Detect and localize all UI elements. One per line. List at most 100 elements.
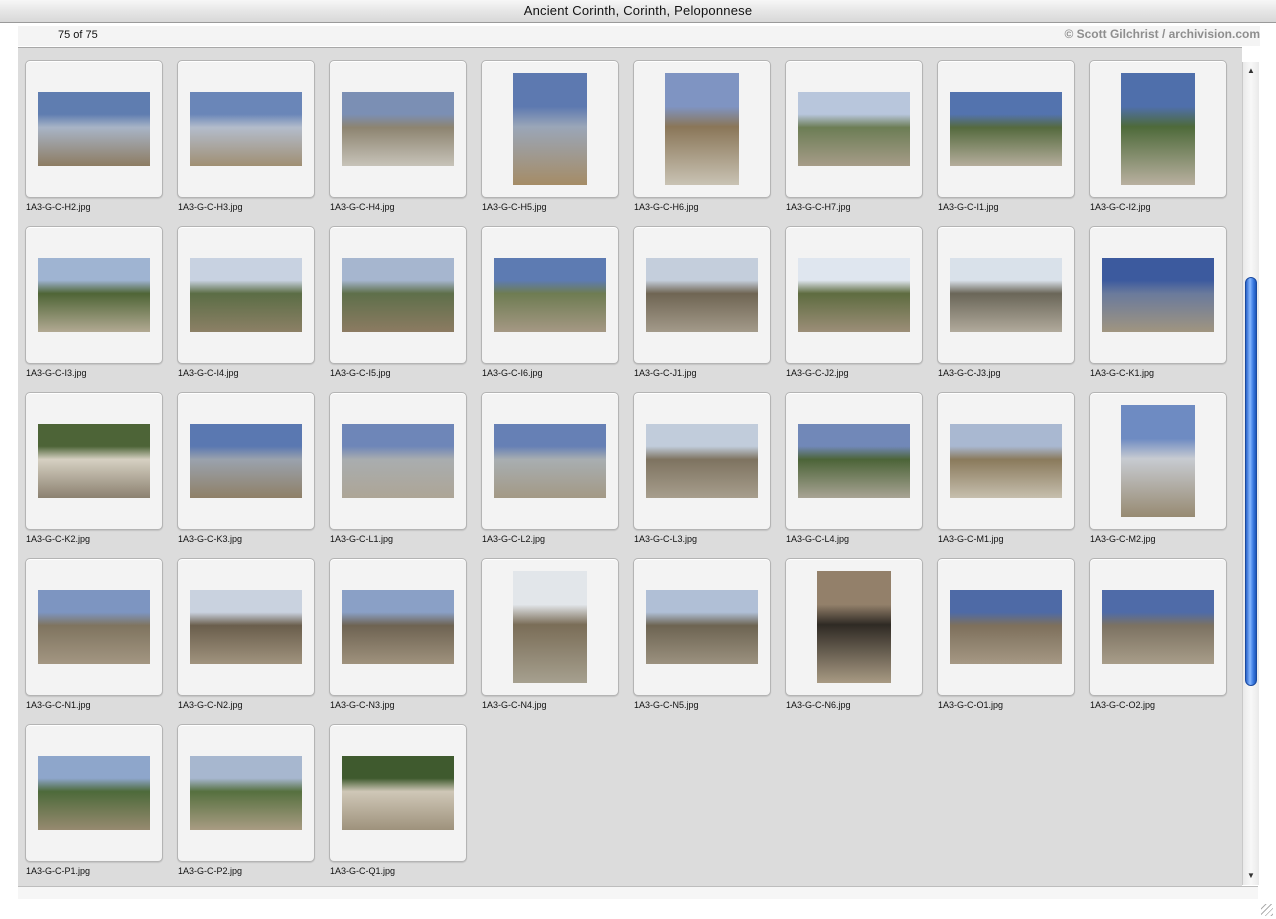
thumbnail-image[interactable] — [190, 92, 302, 166]
thumbnail-image[interactable] — [513, 73, 587, 185]
thumbnail-image[interactable] — [950, 590, 1062, 664]
slide-mount[interactable] — [937, 226, 1075, 364]
slide-mount[interactable] — [481, 558, 619, 696]
thumbnail-item[interactable]: 1A3-G-C-N6.jpg — [784, 558, 924, 724]
thumbnail-item[interactable]: 1A3-G-C-I3.jpg — [24, 226, 164, 392]
slide-mount[interactable] — [937, 558, 1075, 696]
slide-mount[interactable] — [177, 392, 315, 530]
thumbnail-item[interactable]: 1A3-G-C-H7.jpg — [784, 60, 924, 226]
slide-mount[interactable] — [1089, 226, 1227, 364]
vertical-scrollbar[interactable]: ▲ ▼ — [1242, 62, 1259, 885]
thumbnail-image[interactable] — [38, 92, 150, 166]
thumbnail-item[interactable]: 1A3-G-C-I1.jpg — [936, 60, 1076, 226]
slide-mount[interactable] — [633, 60, 771, 198]
slide-mount[interactable] — [785, 392, 923, 530]
thumbnail-item[interactable]: 1A3-G-C-H6.jpg — [632, 60, 772, 226]
thumbnail-image[interactable] — [38, 258, 150, 332]
thumbnail-item[interactable]: 1A3-G-C-P2.jpg — [176, 724, 316, 886]
thumbnail-image[interactable] — [646, 590, 758, 664]
thumbnail-item[interactable]: 1A3-G-C-L4.jpg — [784, 392, 924, 558]
thumbnail-image[interactable] — [342, 258, 454, 332]
thumbnail-item[interactable]: 1A3-G-C-K2.jpg — [24, 392, 164, 558]
thumbnail-item[interactable]: 1A3-G-C-N1.jpg — [24, 558, 164, 724]
thumbnail-image[interactable] — [342, 590, 454, 664]
resize-grip-icon[interactable] — [1261, 904, 1273, 916]
thumbnail-image[interactable] — [817, 571, 891, 683]
thumbnail-item[interactable]: 1A3-G-C-O1.jpg — [936, 558, 1076, 724]
thumbnail-item[interactable]: 1A3-G-C-K1.jpg — [1088, 226, 1228, 392]
thumbnail-item[interactable]: 1A3-G-C-I4.jpg — [176, 226, 316, 392]
slide-mount[interactable] — [329, 724, 467, 862]
slide-mount[interactable] — [1089, 392, 1227, 530]
slide-mount[interactable] — [177, 558, 315, 696]
slide-mount[interactable] — [785, 60, 923, 198]
slide-mount[interactable] — [937, 392, 1075, 530]
thumbnail-image[interactable] — [342, 424, 454, 498]
slide-mount[interactable] — [481, 392, 619, 530]
thumbnail-item[interactable]: 1A3-G-C-I6.jpg — [480, 226, 620, 392]
thumbnail-image[interactable] — [950, 92, 1062, 166]
thumbnail-image[interactable] — [665, 73, 739, 185]
slide-mount[interactable] — [785, 226, 923, 364]
slide-mount[interactable] — [633, 558, 771, 696]
thumbnail-item[interactable]: 1A3-G-C-Q1.jpg — [328, 724, 468, 886]
slide-mount[interactable] — [25, 392, 163, 530]
thumbnail-image[interactable] — [1102, 590, 1214, 664]
slide-mount[interactable] — [785, 558, 923, 696]
thumbnail-item[interactable]: 1A3-G-C-H2.jpg — [24, 60, 164, 226]
thumbnail-image[interactable] — [1121, 73, 1195, 185]
slide-mount[interactable] — [1089, 558, 1227, 696]
thumbnail-item[interactable]: 1A3-G-C-K3.jpg — [176, 392, 316, 558]
thumbnail-item[interactable]: 1A3-G-C-P1.jpg — [24, 724, 164, 886]
thumbnail-item[interactable]: 1A3-G-C-L2.jpg — [480, 392, 620, 558]
thumbnail-item[interactable]: 1A3-G-C-I2.jpg — [1088, 60, 1228, 226]
thumbnail-image[interactable] — [646, 258, 758, 332]
slide-mount[interactable] — [937, 60, 1075, 198]
thumbnail-image[interactable] — [798, 424, 910, 498]
scroll-up-icon[interactable]: ▲ — [1243, 64, 1259, 78]
slide-mount[interactable] — [177, 226, 315, 364]
thumbnail-image[interactable] — [1102, 258, 1214, 332]
thumbnail-item[interactable]: 1A3-G-C-H5.jpg — [480, 60, 620, 226]
slide-mount[interactable] — [329, 226, 467, 364]
thumbnail-image[interactable] — [190, 756, 302, 830]
scroll-down-icon[interactable]: ▼ — [1243, 869, 1259, 883]
thumbnail-item[interactable]: 1A3-G-C-H4.jpg — [328, 60, 468, 226]
thumbnail-image[interactable] — [798, 258, 910, 332]
slide-mount[interactable] — [177, 60, 315, 198]
thumbnail-image[interactable] — [646, 424, 758, 498]
thumbnail-item[interactable]: 1A3-G-C-J3.jpg — [936, 226, 1076, 392]
slide-mount[interactable] — [633, 226, 771, 364]
slide-mount[interactable] — [481, 226, 619, 364]
slide-mount[interactable] — [1089, 60, 1227, 198]
thumbnail-item[interactable]: 1A3-G-C-N5.jpg — [632, 558, 772, 724]
thumbnail-image[interactable] — [1121, 405, 1195, 517]
thumbnail-image[interactable] — [38, 424, 150, 498]
thumbnail-image[interactable] — [950, 258, 1062, 332]
thumbnail-image[interactable] — [950, 424, 1062, 498]
scroll-thumb[interactable] — [1245, 277, 1257, 686]
slide-mount[interactable] — [25, 724, 163, 862]
thumbnail-item[interactable]: 1A3-G-C-L3.jpg — [632, 392, 772, 558]
thumbnail-image[interactable] — [798, 92, 910, 166]
slide-mount[interactable] — [481, 60, 619, 198]
thumbnail-item[interactable]: 1A3-G-C-H3.jpg — [176, 60, 316, 226]
thumbnail-item[interactable]: 1A3-G-C-N4.jpg — [480, 558, 620, 724]
thumbnail-item[interactable]: 1A3-G-C-L1.jpg — [328, 392, 468, 558]
thumbnail-image[interactable] — [190, 258, 302, 332]
thumbnail-image[interactable] — [190, 424, 302, 498]
thumbnail-item[interactable]: 1A3-G-C-O2.jpg — [1088, 558, 1228, 724]
thumbnail-image[interactable] — [190, 590, 302, 664]
thumbnail-image[interactable] — [494, 424, 606, 498]
thumbnail-item[interactable]: 1A3-G-C-J1.jpg — [632, 226, 772, 392]
thumbnail-image[interactable] — [342, 92, 454, 166]
thumbnail-item[interactable]: 1A3-G-C-I5.jpg — [328, 226, 468, 392]
slide-mount[interactable] — [177, 724, 315, 862]
thumbnail-image[interactable] — [38, 756, 150, 830]
thumbnail-item[interactable]: 1A3-G-C-N2.jpg — [176, 558, 316, 724]
slide-mount[interactable] — [633, 392, 771, 530]
thumbnail-image[interactable] — [38, 590, 150, 664]
slide-mount[interactable] — [25, 60, 163, 198]
thumbnail-item[interactable]: 1A3-G-C-J2.jpg — [784, 226, 924, 392]
slide-mount[interactable] — [25, 226, 163, 364]
